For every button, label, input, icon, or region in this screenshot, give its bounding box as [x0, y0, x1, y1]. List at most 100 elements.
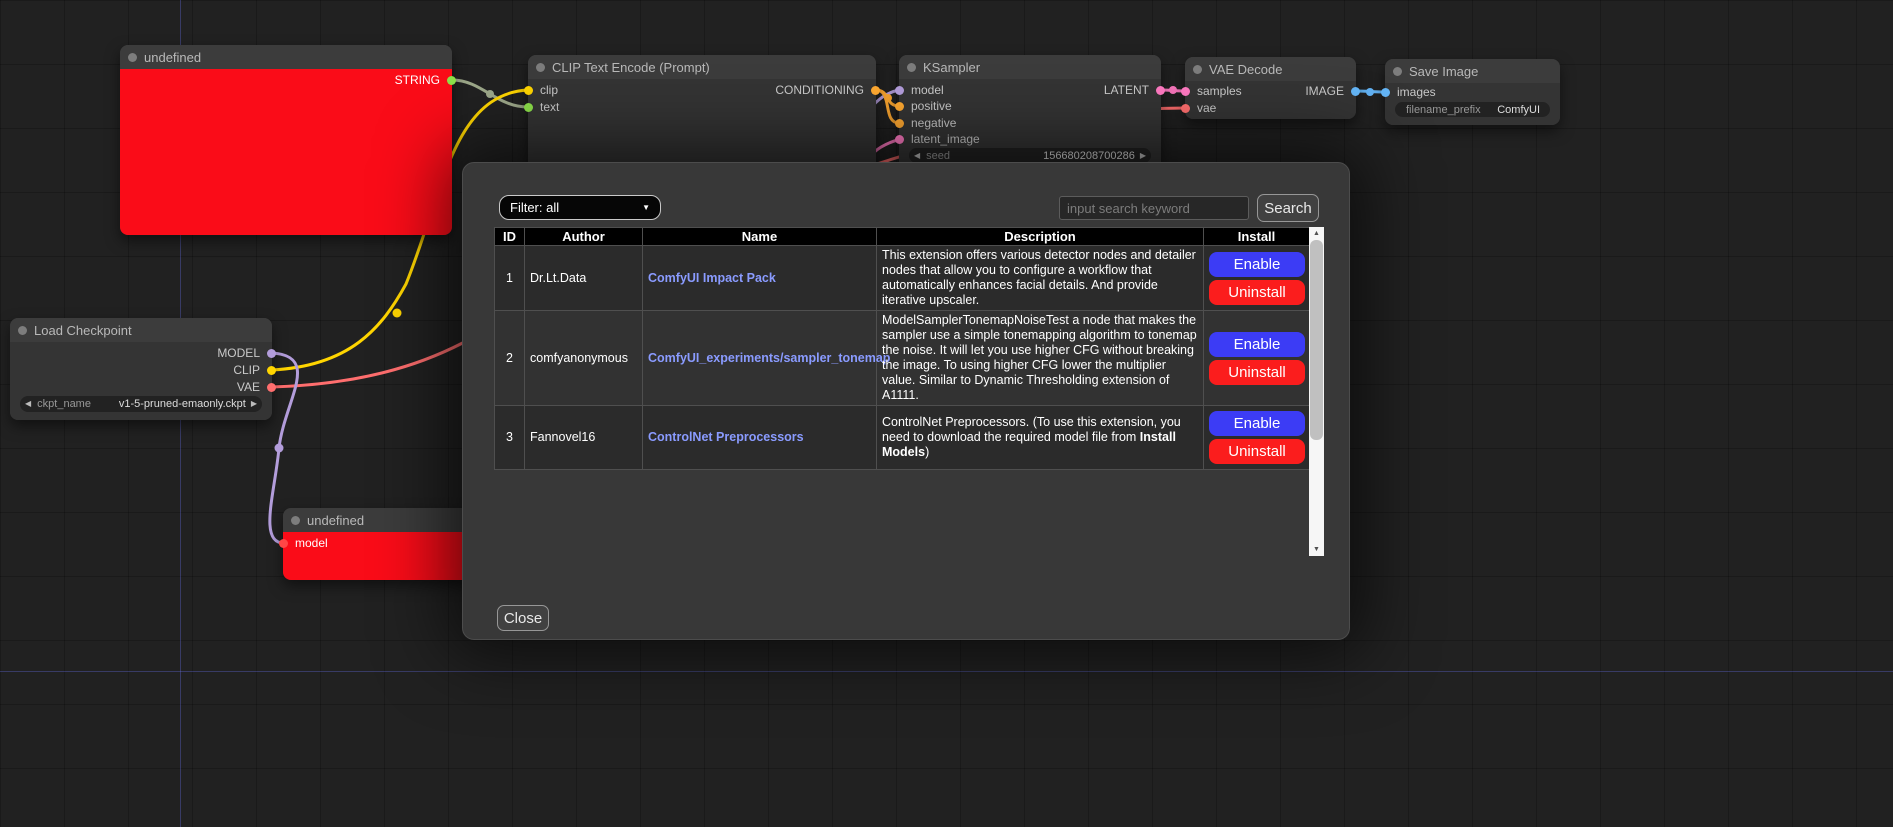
ext-author: comfyanonymous [525, 311, 643, 406]
node-collapse-dot-icon[interactable] [1393, 67, 1402, 76]
vae-output-port[interactable] [267, 383, 276, 392]
node-collapse-dot-icon[interactable] [536, 63, 545, 72]
widget-value: v1-5-pruned-emaonly.ckpt [119, 398, 246, 410]
scroll-up-icon[interactable]: ▲ [1309, 227, 1324, 240]
port-label: VAE [237, 380, 260, 394]
manager-dialog: Filter: all ▼ Search ID Author Name Desc… [462, 162, 1350, 640]
header-id: ID [495, 228, 525, 246]
node-collapse-dot-icon[interactable] [1193, 65, 1202, 74]
model-input-port[interactable] [895, 86, 904, 95]
node-load-checkpoint[interactable]: Load Checkpoint MODEL CLIP VAE ◀ ckpt_na… [10, 318, 272, 420]
uninstall-button[interactable]: Uninstall [1209, 280, 1305, 305]
node-title: undefined [307, 513, 364, 528]
extension-table: ID Author Name Description Install 1 Dr.… [494, 227, 1310, 470]
port-label: CLIP [233, 363, 260, 377]
node-collapse-dot-icon[interactable] [128, 53, 137, 62]
ext-author: Dr.Lt.Data [525, 246, 643, 311]
table-row: 1 Dr.Lt.Data ComfyUI Impact Pack This ex… [495, 246, 1310, 311]
enable-button[interactable]: Enable [1209, 332, 1305, 357]
node-collapse-dot-icon[interactable] [18, 326, 27, 335]
table-row: 2 comfyanonymous ComfyUI_experiments/sam… [495, 311, 1310, 406]
port-label: model [295, 536, 328, 550]
filter-dropdown[interactable]: Filter: all ▼ [499, 195, 661, 220]
description-text: ) [925, 445, 929, 459]
widget-next-icon[interactable]: ▶ [1140, 152, 1146, 160]
input-port-row: clip [524, 83, 558, 97]
node-title: CLIP Text Encode (Prompt) [552, 60, 710, 75]
close-button[interactable]: Close [497, 605, 549, 631]
port-label: IMAGE [1305, 84, 1344, 98]
input-port-row: text [524, 100, 559, 114]
uninstall-button[interactable]: Uninstall [1209, 439, 1305, 464]
ext-name-link[interactable]: ControlNet Preprocessors [648, 430, 804, 444]
widget-prev-icon[interactable]: ◀ [914, 152, 920, 160]
node-save-image[interactable]: Save Image images filename_prefix ComfyU… [1385, 59, 1560, 125]
output-port-row: VAE [237, 380, 276, 394]
node-header[interactable]: KSampler [899, 55, 1161, 79]
link-dot-latent [1169, 86, 1177, 94]
scroll-down-icon[interactable]: ▼ [1309, 543, 1324, 556]
ext-description: ModelSamplerTonemapNoiseTest a node that… [877, 311, 1204, 406]
text-input-port[interactable] [524, 103, 533, 112]
widget-value: ComfyUI [1497, 104, 1540, 116]
scrollbar-thumb[interactable] [1310, 240, 1323, 440]
output-port-row: STRING [395, 73, 456, 87]
search-button[interactable]: Search [1257, 194, 1319, 222]
output-port-row: MODEL [217, 346, 276, 360]
clip-input-port[interactable] [524, 86, 533, 95]
node-header[interactable]: Load Checkpoint [10, 318, 272, 342]
port-label: samples [1197, 84, 1242, 98]
filename-prefix-widget[interactable]: filename_prefix ComfyUI [1395, 102, 1550, 117]
node-error-body [120, 69, 452, 235]
input-port-row: vae [1181, 101, 1216, 115]
table-scrollbar[interactable]: ▲ ▼ [1309, 227, 1324, 556]
negative-input-port[interactable] [895, 119, 904, 128]
node-ksampler[interactable]: KSampler model positive negative latent_… [899, 55, 1161, 170]
node-title: Save Image [1409, 64, 1478, 79]
input-port-row: images [1381, 85, 1436, 99]
seed-widget[interactable]: ◀ seed 156680208700286 ▶ [909, 148, 1151, 163]
description-text: ControlNet Preprocessors. (To use this e… [882, 415, 1181, 444]
header-install: Install [1204, 228, 1310, 246]
enable-button[interactable]: Enable [1209, 411, 1305, 436]
search-input[interactable] [1059, 196, 1249, 220]
ext-name-link[interactable]: ComfyUI_experiments/sampler_tonemap [648, 351, 890, 365]
node-title: KSampler [923, 60, 980, 75]
node-header[interactable]: Save Image [1385, 59, 1560, 83]
widget-label: seed [926, 150, 950, 162]
ext-name-link[interactable]: ComfyUI Impact Pack [648, 271, 776, 285]
clip-output-port[interactable] [267, 366, 276, 375]
node-title: VAE Decode [1209, 62, 1282, 77]
conditioning-output-port[interactable] [871, 86, 880, 95]
node-undefined-string[interactable]: undefined STRING [120, 45, 452, 235]
node-collapse-dot-icon[interactable] [907, 63, 916, 72]
image-output-port[interactable] [1351, 87, 1360, 96]
ext-description: ControlNet Preprocessors. (To use this e… [877, 406, 1204, 470]
positive-input-port[interactable] [895, 102, 904, 111]
latent-image-input-port[interactable] [895, 135, 904, 144]
input-port-row: negative [895, 116, 956, 130]
latent-output-port[interactable] [1156, 86, 1165, 95]
node-header[interactable]: VAE Decode [1185, 57, 1356, 81]
canvas-axis-horizontal [0, 671, 1893, 672]
node-collapse-dot-icon[interactable] [291, 516, 300, 525]
ext-author: Fannovel16 [525, 406, 643, 470]
model-input-port[interactable] [279, 539, 288, 548]
link-dot-clip [393, 309, 402, 318]
ckpt-name-widget[interactable]: ◀ ckpt_name v1-5-pruned-emaonly.ckpt ▶ [20, 396, 262, 412]
node-header[interactable]: CLIP Text Encode (Prompt) [528, 55, 876, 79]
images-input-port[interactable] [1381, 88, 1390, 97]
widget-next-icon[interactable]: ▶ [251, 400, 257, 408]
widget-prev-icon[interactable]: ◀ [25, 400, 31, 408]
uninstall-button[interactable]: Uninstall [1209, 360, 1305, 385]
node-header[interactable]: undefined [120, 45, 452, 69]
node-vae-decode[interactable]: VAE Decode samples vae IMAGE [1185, 57, 1356, 119]
header-description: Description [877, 228, 1204, 246]
enable-button[interactable]: Enable [1209, 252, 1305, 277]
samples-input-port[interactable] [1181, 87, 1190, 96]
port-label: text [540, 100, 559, 114]
vae-input-port[interactable] [1181, 104, 1190, 113]
model-output-port[interactable] [267, 349, 276, 358]
string-output-port[interactable] [447, 76, 456, 85]
dropdown-caret-icon: ▼ [642, 203, 650, 212]
